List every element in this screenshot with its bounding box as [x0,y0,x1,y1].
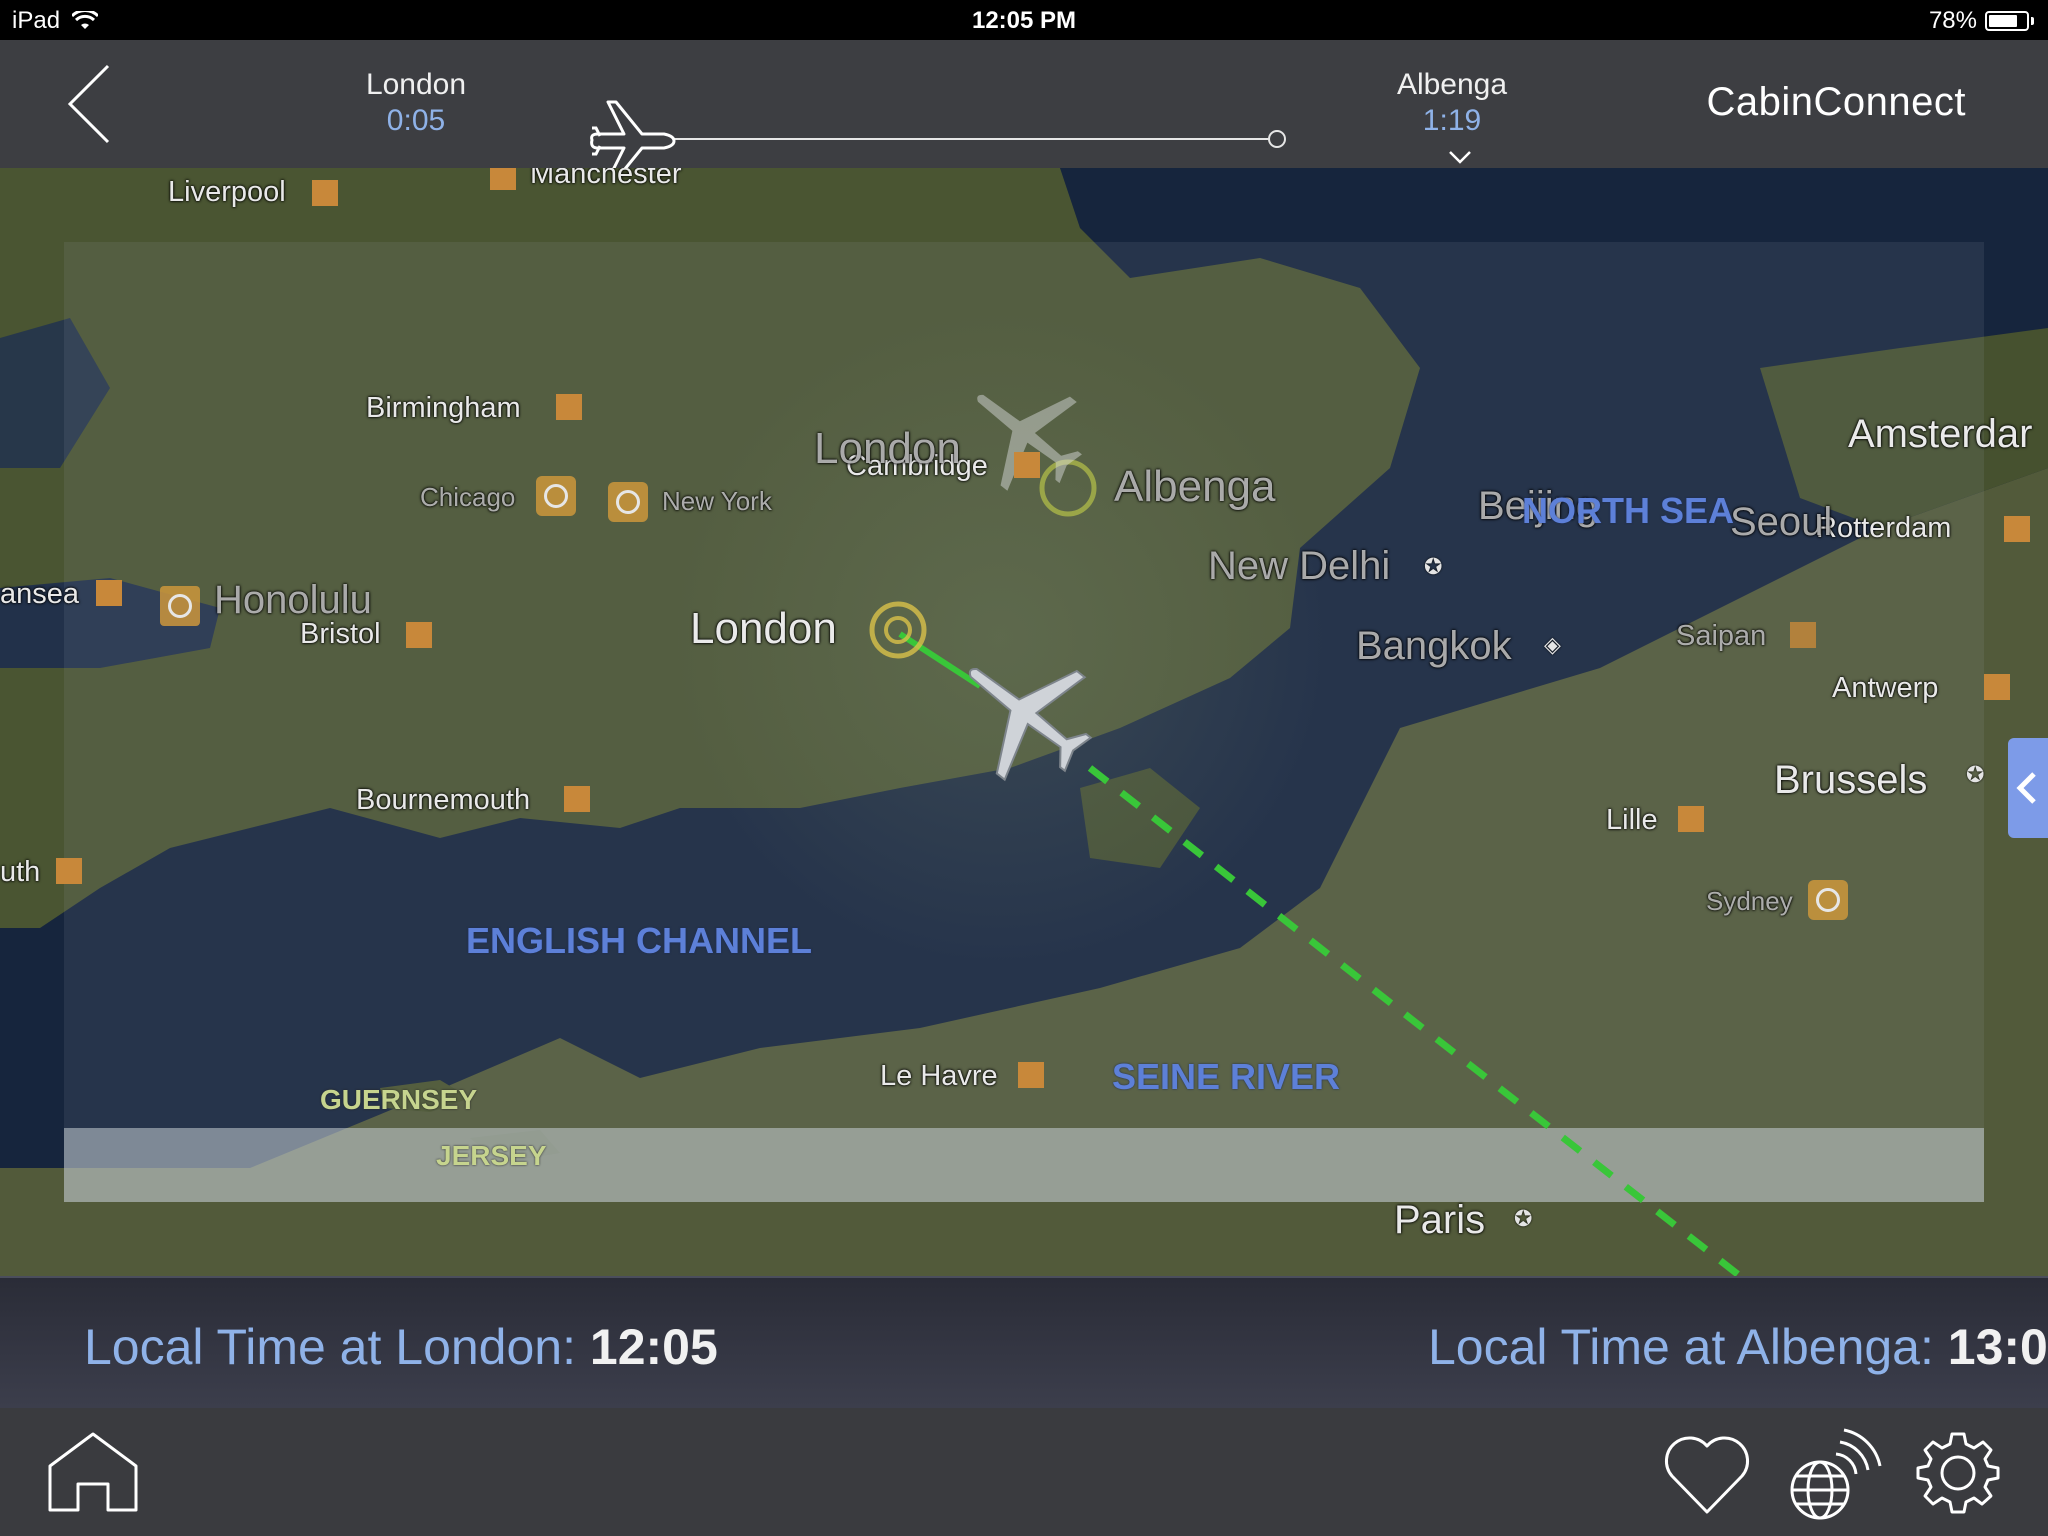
heart-icon[interactable] [1662,1432,1752,1516]
capital-star-icon: ◈ [1544,632,1561,657]
city-label-amsterdam: Amsterdar [1848,412,2033,456]
water-label-seine-river: SEINE RIVER [1112,1056,1341,1097]
brand-title: CabinConnect [1706,80,1966,124]
battery-tip [2031,17,2034,25]
water-label-english-channel: ENGLISH CHANNEL [466,920,813,961]
ref-city-new-delhi: New Delhi [1208,544,1391,588]
destination-local-time-label: Local Time at Albenga: [1428,1319,1948,1375]
city-marker-le-havre [1018,1062,1044,1088]
ref-city-seoul: Seoul [1730,500,1833,544]
flight-header: London 0:05 Albenga 1:19 CabinConnect [0,40,2048,182]
ref-city-honolulu: Honolulu [214,578,372,622]
city-label-paris: Paris [1394,1198,1486,1242]
home-icon[interactable] [46,1430,140,1514]
ref-city-london: London [690,604,837,653]
aircraft-icon [968,667,1093,782]
ref-city-marker-sydney [1808,880,1848,920]
city-marker-birmingham [556,394,582,420]
origin-local-time: Local Time at London: 12:05 [84,1318,718,1376]
city-label-birmingham: Birmingham [366,392,521,424]
city-marker-cambridge [1014,452,1040,478]
status-time: 12:05 PM [971,7,1077,34]
ref-city-marker-new-york [608,482,648,522]
destination-local-time: Local Time at Albenga: 13:0 [1428,1318,2048,1376]
ref-city-chicago: Chicago [420,482,516,512]
ref-city-sydney: Sydney [1706,886,1793,916]
ref-city-bangkok: Bangkok [1356,624,1512,668]
ref-city-saipan: Saipan [1676,620,1767,652]
destination-local-time-value: 13:0 [1947,1319,2048,1375]
capital-star-icon: ✪ [1966,762,1985,787]
status-bar: iPad 12:05 PM 78% [0,0,2048,40]
city-marker-plymouth [56,858,82,884]
water-label-north-sea: NORTH SEA [1522,490,1735,531]
capital-star-icon: ✪ [1424,554,1443,579]
destination-remaining-time: 1:19 [1422,104,1482,137]
city-marker-bournemouth [564,786,590,812]
origin-local-time-label: Local Time at London: [84,1319,590,1375]
city-marker-bristol [406,622,432,648]
city-label-manchester: Manchester [530,168,682,190]
bottom-toolbar [0,1408,2048,1536]
origin-elapsed-time: 0:05 [386,104,446,137]
flight-map[interactable]: Liverpool Manchester Birmingham ansea Br… [0,168,2048,1276]
flight-progress-bar [586,76,1286,182]
chevron-left-icon [2016,772,2036,804]
city-label-brussels: Brussels [1774,758,1928,802]
city-label-liverpool: Liverpool [168,176,286,208]
gear-icon[interactable] [1916,1430,2000,1514]
capital-star-icon: ✪ [1514,1206,1533,1231]
city-label-antwerp: Antwerp [1832,672,1939,704]
ref-city-marker-saipan [1790,622,1816,648]
side-panel-toggle[interactable] [2008,738,2048,838]
city-label-plymouth: uth [0,856,41,888]
progress-end-dot [1268,130,1286,148]
battery-percent: 78% [1928,7,1977,34]
island-label-guernsey: GUERNSEY [320,1084,478,1115]
local-time-bar: Local Time at London: 12:05 Local Time a… [0,1276,2048,1408]
origin-local-time-value: 12:05 [589,1319,718,1375]
chevron-down-icon[interactable] [1446,148,1474,166]
battery-icon [1985,11,2029,31]
city-marker-lille [1678,806,1704,832]
city-marker-liverpool [312,180,338,206]
city-label-lille: Lille [1606,804,1658,836]
ref-city-marker-chicago [536,476,576,516]
origin-name: London [365,68,467,101]
back-chevron-icon[interactable] [60,62,120,146]
ref-city-london-faint: London [814,424,961,473]
city-label-swansea: ansea [0,578,80,610]
city-label-rotterdam: Rotterdam [1816,512,1952,544]
origin-city: London 0:05 [336,68,496,138]
ref-city-albenga: Albenga [1114,462,1276,511]
city-marker-manchester [490,168,516,190]
city-marker-swansea [96,580,122,606]
destination-city[interactable]: Albenga 1:19 [1372,68,1532,138]
city-marker-rotterdam [2004,516,2030,542]
island-label-jersey: JERSEY [436,1140,547,1171]
destination-name: Albenga [1396,68,1508,101]
status-right: 78% [1929,7,2034,35]
city-label-le-havre: Le Havre [880,1060,998,1092]
city-marker-antwerp [1984,674,2010,700]
progress-line [666,138,1272,140]
globe-wifi-icon[interactable] [1786,1424,1886,1524]
ref-city-marker-honolulu [160,586,200,626]
city-label-bournemouth: Bournemouth [356,784,531,816]
ref-city-new-york: New York [662,486,772,516]
